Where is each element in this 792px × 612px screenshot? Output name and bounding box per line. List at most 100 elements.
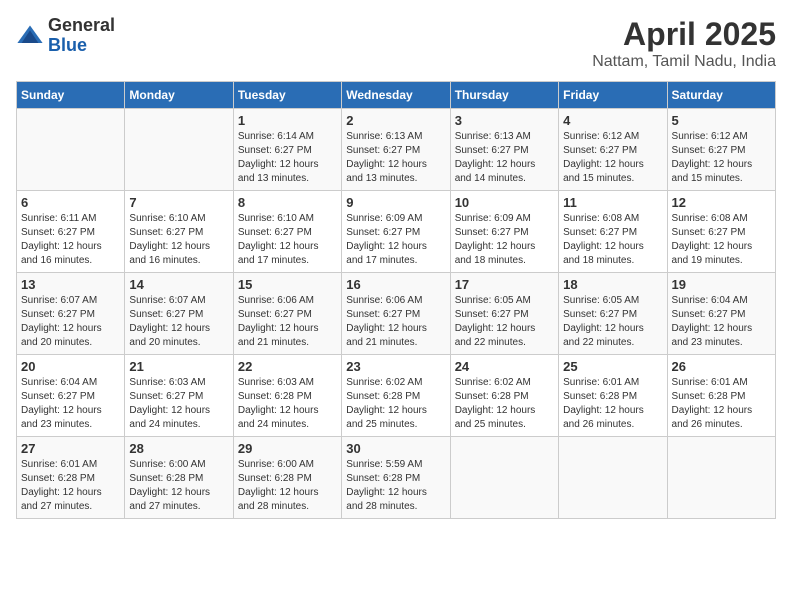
- weekday-header: Thursday: [450, 82, 558, 109]
- calendar-cell: [450, 437, 558, 519]
- day-number: 2: [346, 113, 445, 128]
- day-info: Sunrise: 6:02 AM Sunset: 6:28 PM Dayligh…: [455, 376, 554, 432]
- day-info: Sunrise: 6:11 AM Sunset: 6:27 PM Dayligh…: [21, 212, 120, 268]
- day-info: Sunrise: 6:10 AM Sunset: 6:27 PM Dayligh…: [238, 212, 337, 268]
- calendar-cell: 3 Sunrise: 6:13 AM Sunset: 6:27 PM Daylig…: [450, 109, 558, 191]
- day-number: 17: [455, 277, 554, 292]
- day-number: 1: [238, 113, 337, 128]
- day-number: 26: [672, 359, 771, 374]
- day-info: Sunrise: 6:07 AM Sunset: 6:27 PM Dayligh…: [129, 294, 228, 350]
- calendar-cell: 11 Sunrise: 6:08 AM Sunset: 6:27 PM Dayli…: [559, 191, 667, 273]
- calendar-cell: 16 Sunrise: 6:06 AM Sunset: 6:27 PM Dayli…: [342, 273, 450, 355]
- calendar-cell: 7Sunrise: 6:10 AM Sunset: 6:27 PM Daylig…: [125, 191, 233, 273]
- calendar-cell: 23 Sunrise: 6:02 AM Sunset: 6:28 PM Dayli…: [342, 355, 450, 437]
- day-number: 22: [238, 359, 337, 374]
- calendar-cell: 13 Sunrise: 6:07 AM Sunset: 6:27 PM Dayli…: [17, 273, 125, 355]
- day-number: 25: [563, 359, 662, 374]
- day-number: 11: [563, 195, 662, 210]
- day-number: 15: [238, 277, 337, 292]
- calendar-cell: 15 Sunrise: 6:06 AM Sunset: 6:27 PM Dayli…: [233, 273, 341, 355]
- day-number: 24: [455, 359, 554, 374]
- day-number: 19: [672, 277, 771, 292]
- calendar-subtitle: Nattam, Tamil Nadu, India: [592, 53, 776, 71]
- calendar-cell: 29 Sunrise: 6:00 AM Sunset: 6:28 PM Dayli…: [233, 437, 341, 519]
- day-number: 21: [129, 359, 228, 374]
- calendar-table: SundayMondayTuesdayWednesdayThursdayFrid…: [16, 81, 776, 519]
- day-number: 29: [238, 441, 337, 456]
- day-number: 13: [21, 277, 120, 292]
- weekday-header: Wednesday: [342, 82, 450, 109]
- day-number: 20: [21, 359, 120, 374]
- weekday-header-row: SundayMondayTuesdayWednesdayThursdayFrid…: [17, 82, 776, 109]
- calendar-cell: 4Sunrise: 6:12 AM Sunset: 6:27 PM Daylig…: [559, 109, 667, 191]
- calendar-cell: 30Sunrise: 5:59 AM Sunset: 6:28 PM Dayli…: [342, 437, 450, 519]
- calendar-cell: [125, 109, 233, 191]
- day-info: Sunrise: 6:00 AM Sunset: 6:28 PM Dayligh…: [129, 458, 228, 514]
- day-info: Sunrise: 6:01 AM Sunset: 6:28 PM Dayligh…: [672, 376, 771, 432]
- day-number: 6: [21, 195, 120, 210]
- day-info: Sunrise: 6:08 AM Sunset: 6:27 PM Dayligh…: [563, 212, 662, 268]
- calendar-cell: 10 Sunrise: 6:09 AM Sunset: 6:27 PM Dayli…: [450, 191, 558, 273]
- calendar-cell: [17, 109, 125, 191]
- day-number: 10: [455, 195, 554, 210]
- day-number: 3: [455, 113, 554, 128]
- day-number: 18: [563, 277, 662, 292]
- day-info: Sunrise: 6:12 AM Sunset: 6:27 PM Dayligh…: [672, 130, 771, 186]
- day-info: Sunrise: 6:04 AM Sunset: 6:27 PM Dayligh…: [672, 294, 771, 350]
- day-number: 28: [129, 441, 228, 456]
- calendar-cell: 26 Sunrise: 6:01 AM Sunset: 6:28 PM Dayli…: [667, 355, 775, 437]
- weekday-header: Friday: [559, 82, 667, 109]
- day-info: Sunrise: 6:09 AM Sunset: 6:27 PM Dayligh…: [455, 212, 554, 268]
- weekday-header: Sunday: [17, 82, 125, 109]
- calendar-cell: 22 Sunrise: 6:03 AM Sunset: 6:28 PM Dayli…: [233, 355, 341, 437]
- calendar-week-row: 6 Sunrise: 6:11 AM Sunset: 6:27 PM Daylig…: [17, 191, 776, 273]
- calendar-week-row: 27Sunrise: 6:01 AM Sunset: 6:28 PM Dayli…: [17, 437, 776, 519]
- calendar-week-row: 1Sunrise: 6:14 AM Sunset: 6:27 PM Daylig…: [17, 109, 776, 191]
- calendar-title: April 2025: [592, 16, 776, 53]
- calendar-week-row: 20 Sunrise: 6:04 AM Sunset: 6:27 PM Dayli…: [17, 355, 776, 437]
- calendar-cell: 17Sunrise: 6:05 AM Sunset: 6:27 PM Dayli…: [450, 273, 558, 355]
- day-info: Sunrise: 6:02 AM Sunset: 6:28 PM Dayligh…: [346, 376, 445, 432]
- calendar-cell: 14 Sunrise: 6:07 AM Sunset: 6:27 PM Dayli…: [125, 273, 233, 355]
- day-number: 12: [672, 195, 771, 210]
- calendar-cell: 19 Sunrise: 6:04 AM Sunset: 6:27 PM Dayli…: [667, 273, 775, 355]
- calendar-cell: [559, 437, 667, 519]
- calendar-cell: 8Sunrise: 6:10 AM Sunset: 6:27 PM Daylig…: [233, 191, 341, 273]
- calendar-cell: 6 Sunrise: 6:11 AM Sunset: 6:27 PM Daylig…: [17, 191, 125, 273]
- calendar-cell: 9 Sunrise: 6:09 AM Sunset: 6:27 PM Daylig…: [342, 191, 450, 273]
- day-info: Sunrise: 6:07 AM Sunset: 6:27 PM Dayligh…: [21, 294, 120, 350]
- calendar-cell: 1Sunrise: 6:14 AM Sunset: 6:27 PM Daylig…: [233, 109, 341, 191]
- day-info: Sunrise: 6:04 AM Sunset: 6:27 PM Dayligh…: [21, 376, 120, 432]
- logo-general-text: General: [48, 15, 115, 35]
- day-number: 9: [346, 195, 445, 210]
- weekday-header: Saturday: [667, 82, 775, 109]
- logo-blue-text: Blue: [48, 35, 87, 55]
- day-number: 14: [129, 277, 228, 292]
- day-info: Sunrise: 6:01 AM Sunset: 6:28 PM Dayligh…: [21, 458, 120, 514]
- calendar-cell: 24 Sunrise: 6:02 AM Sunset: 6:28 PM Dayli…: [450, 355, 558, 437]
- day-info: Sunrise: 6:09 AM Sunset: 6:27 PM Dayligh…: [346, 212, 445, 268]
- calendar-cell: 25 Sunrise: 6:01 AM Sunset: 6:28 PM Dayli…: [559, 355, 667, 437]
- day-info: Sunrise: 6:01 AM Sunset: 6:28 PM Dayligh…: [563, 376, 662, 432]
- day-info: Sunrise: 6:12 AM Sunset: 6:27 PM Dayligh…: [563, 130, 662, 186]
- day-info: Sunrise: 6:00 AM Sunset: 6:28 PM Dayligh…: [238, 458, 337, 514]
- day-number: 7: [129, 195, 228, 210]
- day-info: Sunrise: 6:03 AM Sunset: 6:27 PM Dayligh…: [129, 376, 228, 432]
- calendar-cell: 2 Sunrise: 6:13 AM Sunset: 6:27 PM Daylig…: [342, 109, 450, 191]
- calendar-cell: 27Sunrise: 6:01 AM Sunset: 6:28 PM Dayli…: [17, 437, 125, 519]
- day-info: Sunrise: 5:59 AM Sunset: 6:28 PM Dayligh…: [346, 458, 445, 514]
- calendar-body: 1Sunrise: 6:14 AM Sunset: 6:27 PM Daylig…: [17, 109, 776, 519]
- day-number: 23: [346, 359, 445, 374]
- day-info: Sunrise: 6:06 AM Sunset: 6:27 PM Dayligh…: [238, 294, 337, 350]
- day-number: 16: [346, 277, 445, 292]
- day-info: Sunrise: 6:06 AM Sunset: 6:27 PM Dayligh…: [346, 294, 445, 350]
- calendar-cell: 18Sunrise: 6:05 AM Sunset: 6:27 PM Dayli…: [559, 273, 667, 355]
- day-info: Sunrise: 6:03 AM Sunset: 6:28 PM Dayligh…: [238, 376, 337, 432]
- calendar-week-row: 13 Sunrise: 6:07 AM Sunset: 6:27 PM Dayli…: [17, 273, 776, 355]
- logo: General Blue: [16, 16, 115, 56]
- calendar-cell: 5 Sunrise: 6:12 AM Sunset: 6:27 PM Daylig…: [667, 109, 775, 191]
- weekday-header: Tuesday: [233, 82, 341, 109]
- day-info: Sunrise: 6:13 AM Sunset: 6:27 PM Dayligh…: [346, 130, 445, 186]
- day-info: Sunrise: 6:13 AM Sunset: 6:27 PM Dayligh…: [455, 130, 554, 186]
- day-number: 5: [672, 113, 771, 128]
